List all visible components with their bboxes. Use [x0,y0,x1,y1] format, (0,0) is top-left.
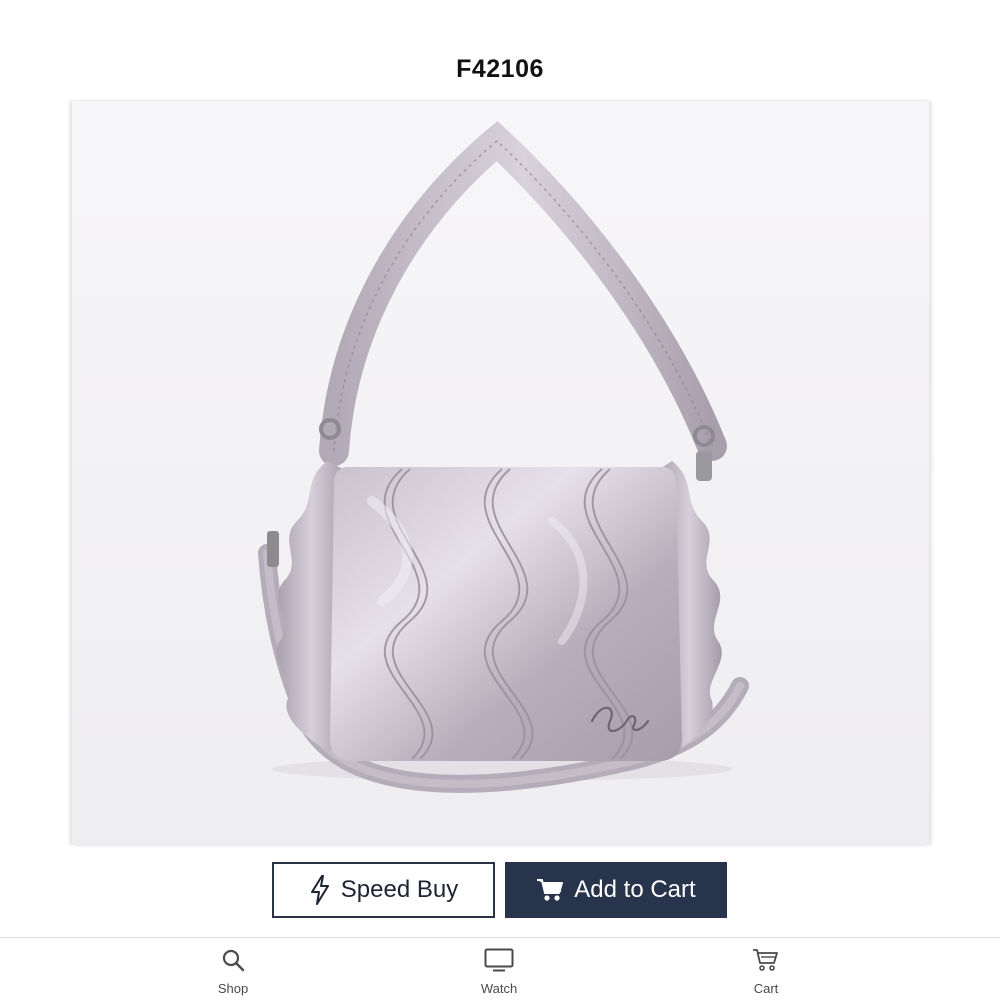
search-icon [221,948,245,977]
tab-shop[interactable]: Shop [173,948,293,998]
cart-icon [536,877,564,903]
item-number-title: F42106 [456,55,544,83]
tab-watch-label: Watch [480,981,518,996]
add-to-cart-label: Add to Cart [574,876,696,903]
tab-shop-label: Shop [217,981,249,996]
handbag-illustration [72,101,929,845]
tab-cart[interactable]: Cart [706,948,826,998]
tab-watch[interactable]: Watch [439,948,559,998]
speed-buy-label: Speed Buy [340,876,459,903]
tv-icon [484,948,514,977]
speed-buy-button[interactable]: Speed Buy [272,862,495,918]
product-page: ) F42106 [0,0,1000,1000]
cart-icon [752,948,780,977]
tab-cart-label: Cart [753,981,779,996]
purchase-actions: Speed Buy Add to Cart [272,862,727,918]
lightning-bolt-icon [309,875,331,905]
product-image[interactable] [72,101,929,845]
add-to-cart-button[interactable]: Add to Cart [505,862,727,918]
bottom-tab-bar: Shop Watch Cart [0,937,1000,1000]
